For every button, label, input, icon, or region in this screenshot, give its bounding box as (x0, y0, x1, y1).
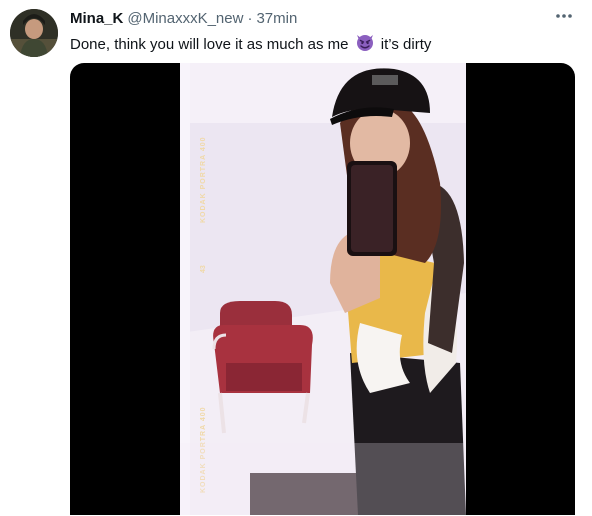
video-player[interactable]: KODAK PORTRA 400 43 KODAK PORTRA 400 (70, 63, 575, 515)
tweet-text: Done, think you will love it as much as … (70, 32, 576, 58)
tweet-header: Mina_K @MinaxxxK_new · 37min (70, 10, 552, 28)
film-label-top: KODAK PORTRA 400 (200, 136, 207, 223)
more-icon[interactable] (552, 6, 576, 26)
user-handle[interactable]: @MinaxxxK_new (127, 10, 243, 27)
avatar[interactable] (10, 9, 58, 57)
film-number: 43 (200, 265, 207, 273)
display-name[interactable]: Mina_K (70, 10, 123, 27)
video-frame: KODAK PORTRA 400 43 KODAK PORTRA 400 (180, 63, 466, 515)
tweet-text-end: it’s dirty (380, 36, 432, 53)
tweet-text-main: Done, think you will love it as much as … (70, 36, 349, 53)
tweet[interactable]: Mina_K @MinaxxxK_new · 37min Done, think yo… (0, 0, 592, 516)
tweet-timestamp[interactable]: 37min (256, 10, 297, 27)
smiling-face-with-horns-icon (355, 32, 375, 58)
separator-dot: · (247, 10, 253, 27)
video-still: KODAK PORTRA 400 43 KODAK PORTRA 400 (180, 63, 466, 515)
